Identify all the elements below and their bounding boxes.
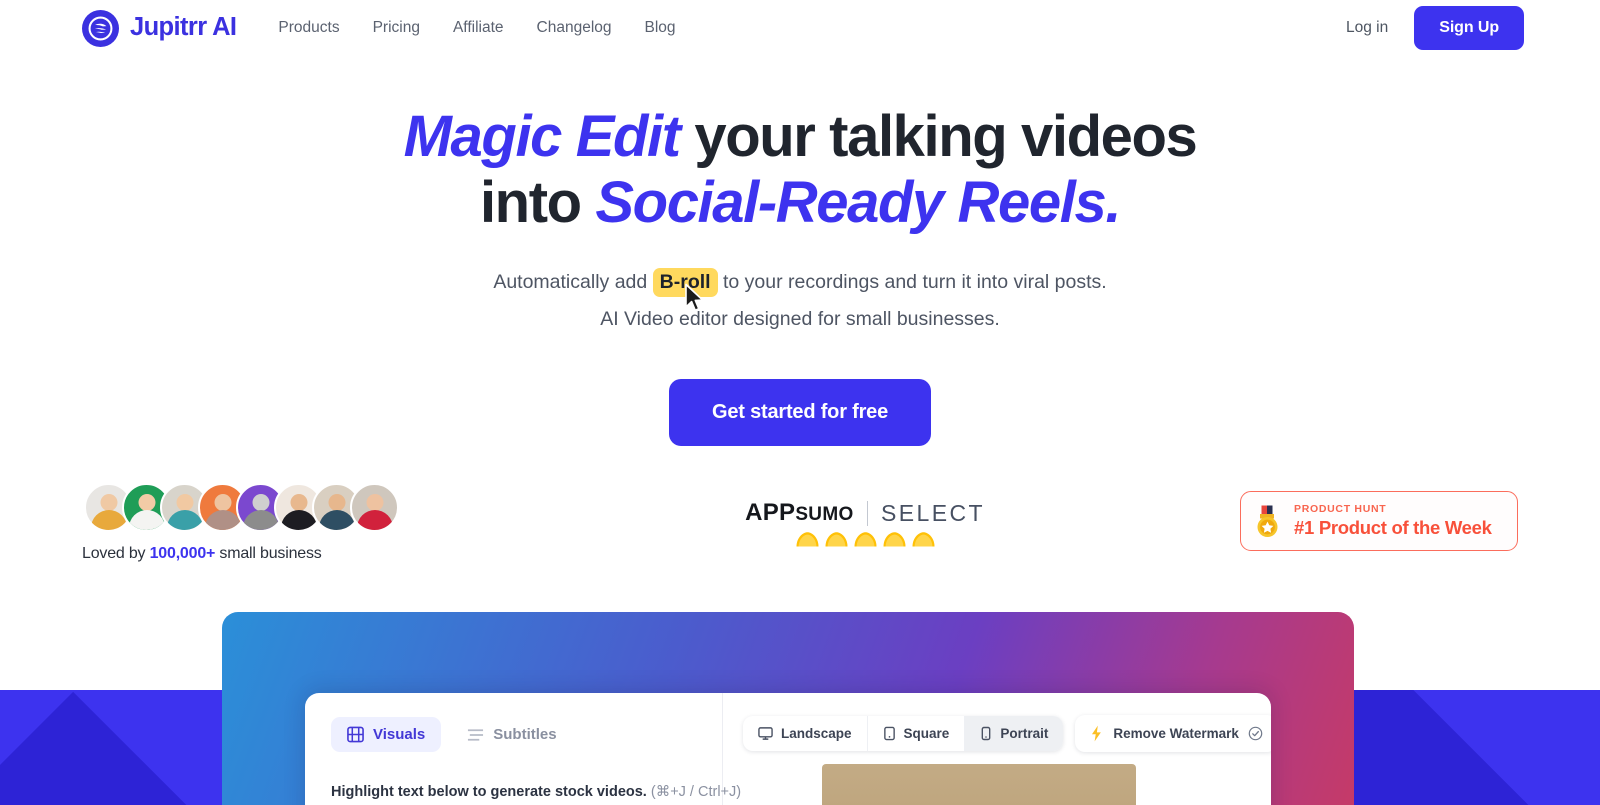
hero-subtitle: Automatically add B-roll to your recordi…: [0, 264, 1600, 337]
ratio-landscape-button[interactable]: Landscape: [743, 716, 868, 751]
video-canvas-preview: [822, 764, 1136, 805]
loved-post: small business: [215, 545, 322, 563]
taco-rating-icon: [882, 531, 907, 548]
hero-cta-wrap: Get started for free: [0, 379, 1600, 447]
top-navigation-bar: Jupitrr AI Products Pricing Affiliate Ch…: [0, 0, 1600, 56]
headline-line-2: into Social-Ready Reels.: [0, 170, 1600, 236]
headline-accent-social-ready-reels: Social-Ready Reels.: [595, 169, 1121, 235]
aspect-ratio-group: Landscape Square Portrait: [743, 716, 1064, 751]
brand-name: Jupitrr AI: [130, 13, 237, 42]
remove-watermark-button[interactable]: Remove Watermark: [1075, 715, 1271, 752]
tab-visuals-label: Visuals: [373, 726, 426, 743]
product-hunt-text: PRODUCT HUNT #1 Product of the Week: [1294, 503, 1492, 539]
subtitle-post: to your recordings and turn it into vira…: [717, 271, 1107, 294]
tab-subtitles[interactable]: Subtitles: [451, 717, 572, 752]
appsumo-badge: APPSUMO SELECT: [512, 483, 1218, 548]
appsumo-logo-text: APPSUMO: [745, 499, 853, 527]
taco-rating-icon: [853, 531, 878, 548]
appsumo-select-text: SELECT: [881, 499, 985, 526]
app-preview-gradient-card: Visuals Subtitles Highlight text below t…: [222, 612, 1354, 805]
headline-rest-2: into: [479, 169, 596, 235]
taco-rating: [795, 531, 936, 548]
appsumo-app: APP: [745, 499, 796, 527]
social-proof-row: Loved by 100,000+ small business APPSUMO…: [0, 483, 1600, 563]
taco-rating-icon: [824, 531, 849, 548]
users-proof-block: Loved by 100,000+ small business: [82, 483, 512, 563]
loved-count: 100,000+: [149, 545, 216, 563]
appsumo-divider: [866, 500, 869, 526]
landing-page: Jupitrr AI Products Pricing Affiliate Ch…: [0, 0, 1600, 805]
nav-link-changelog[interactable]: Changelog: [537, 11, 612, 45]
aspect-ratio-toolbar: Landscape Square Portrait Remove Waterma…: [743, 715, 1271, 752]
tab-subtitles-label: Subtitles: [493, 726, 557, 743]
nav-link-products[interactable]: Products: [278, 11, 339, 45]
product-hunt-badge[interactable]: PRODUCT HUNT #1 Product of the Week: [1240, 491, 1518, 552]
medal-star-icon: [1255, 505, 1281, 538]
page-title: Magic Edit your talking videos into Soci…: [0, 104, 1600, 235]
editor-left-panel: Visuals Subtitles Highlight text below t…: [305, 693, 741, 805]
get-started-button[interactable]: Get started for free: [668, 379, 932, 447]
loved-pre: Loved by: [82, 545, 150, 563]
check-circle-icon: [1248, 726, 1263, 741]
taco-rating-icon: [911, 531, 936, 548]
square-icon: [883, 726, 896, 741]
editor-tabs: Visuals Subtitles: [331, 717, 696, 752]
ratio-portrait-label: Portrait: [1000, 726, 1049, 741]
lightning-bolt-icon: [1089, 725, 1104, 742]
ratio-square-button[interactable]: Square: [868, 716, 966, 751]
brand-logo[interactable]: Jupitrr AI: [82, 9, 237, 47]
editor-screenshot: Visuals Subtitles Highlight text below t…: [305, 693, 1271, 805]
hero-subtitle-line-2: AI Video editor designed for small busin…: [600, 307, 1000, 330]
ratio-landscape-label: Landscape: [781, 726, 852, 741]
monitor-icon: [758, 726, 773, 741]
nav-actions: Log in Sign Up: [1342, 6, 1524, 50]
loved-by-text: Loved by 100,000+ small business: [82, 545, 512, 563]
ratio-square-label: Square: [903, 726, 950, 741]
nav-link-pricing[interactable]: Pricing: [373, 11, 420, 45]
editor-right-panel: Landscape Square Portrait Remove Waterma…: [723, 693, 1271, 805]
signup-button[interactable]: Sign Up: [1414, 6, 1524, 50]
headline-accent-magic-edit: Magic Edit: [403, 104, 681, 169]
taco-rating-icon: [795, 531, 820, 548]
avatar-group: [82, 483, 512, 533]
decorative-triangle-left: [0, 691, 187, 805]
login-link[interactable]: Log in: [1342, 13, 1392, 43]
subtitle-pre: Automatically add: [493, 271, 653, 294]
product-hunt-title: #1 Product of the Week: [1294, 517, 1492, 539]
appsumo-wordmark: APPSUMO SELECT: [745, 499, 985, 527]
editor-hint-text: Highlight text below to generate stock v…: [331, 784, 741, 800]
remove-watermark-label: Remove Watermark: [1113, 726, 1239, 741]
headline-line-1: Magic Edit your talking videos: [0, 104, 1600, 170]
jupitrr-swoosh-logo-icon: [82, 9, 119, 47]
film-strip-icon: [347, 726, 364, 743]
nav-link-affiliate[interactable]: Affiliate: [453, 11, 504, 45]
nav-link-blog[interactable]: Blog: [645, 11, 676, 45]
hero-subtitle-line-1: Automatically add B-roll to your recordi…: [0, 264, 1600, 301]
editor-hint-main: Highlight text below to generate stock v…: [331, 784, 647, 800]
subtitles-lines-icon: [467, 728, 484, 742]
avatar: [350, 483, 399, 533]
nav-links: Products Pricing Affiliate Changelog Blo…: [278, 11, 675, 45]
product-hunt-block: PRODUCT HUNT #1 Product of the Week: [1218, 483, 1518, 552]
appsumo-sumo: SUMO: [795, 504, 854, 526]
ratio-portrait-button[interactable]: Portrait: [965, 716, 1064, 751]
headline-rest-1: your talking videos: [679, 104, 1197, 169]
tab-visuals[interactable]: Visuals: [331, 717, 442, 752]
phone-portrait-icon: [980, 726, 992, 741]
hero-section: Magic Edit your talking videos into Soci…: [0, 56, 1600, 447]
product-hunt-label: PRODUCT HUNT: [1294, 503, 1387, 516]
broll-highlight: B-roll: [652, 268, 718, 298]
